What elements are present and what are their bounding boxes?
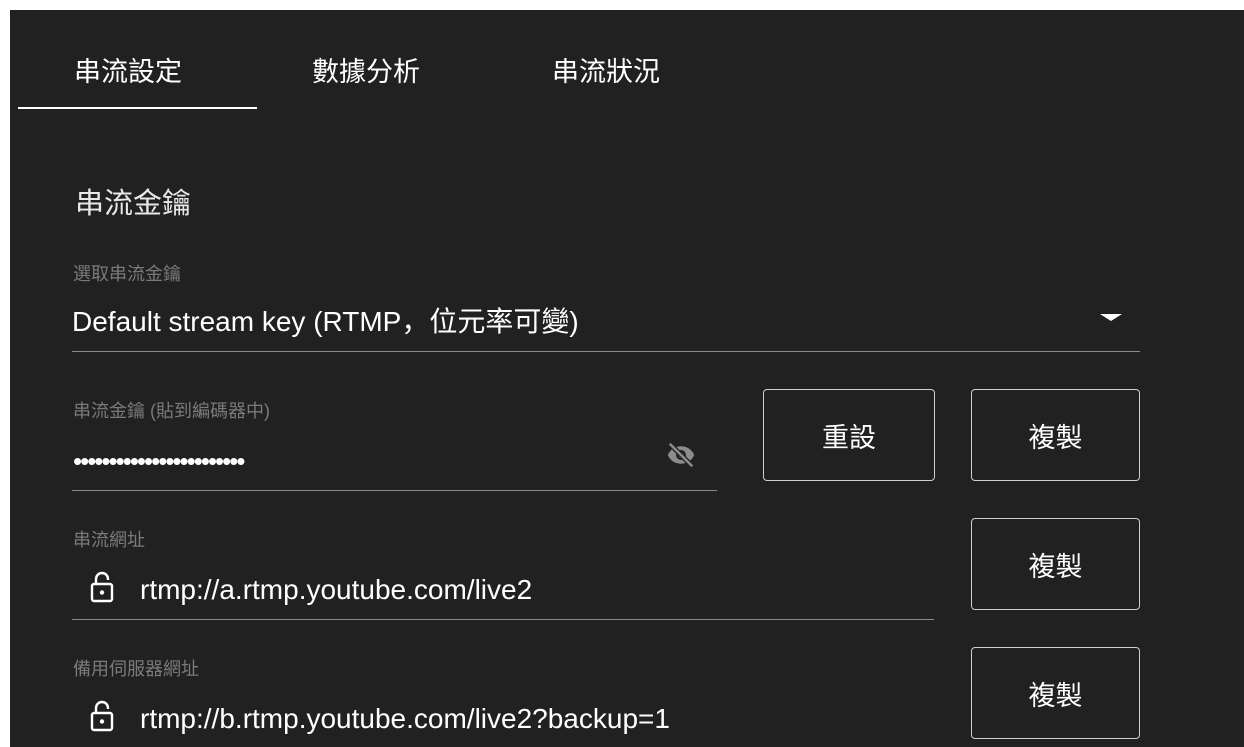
section-title: 串流金鑰 (75, 188, 192, 220)
reset-button[interactable]: 重設 (763, 389, 935, 481)
backup-url-label: 備用伺服器網址 (73, 659, 199, 679)
copy-stream-url-button[interactable]: 複製 (971, 518, 1140, 610)
active-tab-indicator (18, 107, 257, 109)
dropdown-arrow-icon[interactable] (1100, 314, 1122, 321)
tab-analytics[interactable]: 數據分析 (312, 50, 420, 89)
stream-key-underline (72, 490, 717, 491)
stream-settings-panel: 串流設定 數據分析 串流狀況 串流金鑰 選取串流金鑰 Default strea… (10, 10, 1244, 747)
tab-stream-health[interactable]: 串流狀況 (552, 50, 660, 89)
stream-key-select[interactable]: Default stream key (RTMP，位元率可變) (72, 300, 579, 340)
eye-off-icon[interactable] (666, 440, 696, 470)
tab-stream-settings[interactable]: 串流設定 (74, 50, 182, 89)
stream-key-select-underline (72, 351, 1140, 352)
lock-icon (90, 700, 114, 732)
copy-backup-url-button[interactable]: 複製 (971, 647, 1140, 739)
lock-icon (90, 571, 114, 603)
stream-key-input[interactable]: •••••••••••••••••••••••• (73, 448, 245, 474)
copy-stream-key-button[interactable]: 複製 (971, 389, 1140, 481)
stream-key-select-label: 選取串流金鑰 (73, 264, 181, 284)
stream-url-label: 串流網址 (73, 530, 145, 550)
backup-url-input[interactable]: rtmp://b.rtmp.youtube.com/live2?backup=1 (140, 703, 670, 735)
stream-url-input[interactable]: rtmp://a.rtmp.youtube.com/live2 (140, 574, 532, 606)
stream-key-field-label: 串流金鑰 (貼到編碼器中) (73, 401, 270, 421)
stream-url-underline (72, 619, 934, 620)
